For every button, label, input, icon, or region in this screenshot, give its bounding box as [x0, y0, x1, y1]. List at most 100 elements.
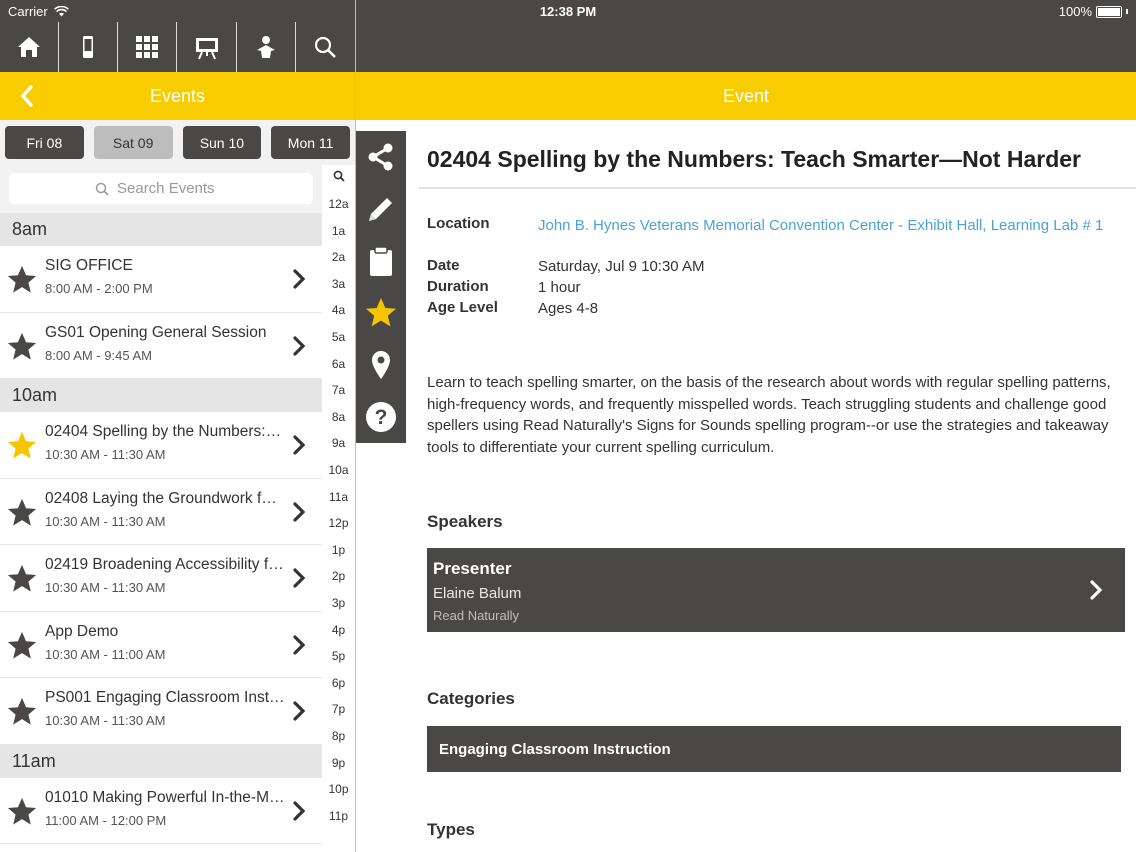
event-title: 02419 Broadening Accessibility for All [45, 556, 285, 573]
event-list[interactable]: 8am SIG OFFICE 8:00 AM - 2:00 PM GS01 Openi… [0, 213, 322, 852]
star-icon[interactable] [6, 696, 38, 728]
index-letter[interactable]: 10a [322, 463, 355, 477]
index-letter[interactable]: 10p [322, 782, 355, 796]
pencil-icon [369, 198, 392, 221]
speaker-org: Read Naturally [433, 608, 519, 623]
index-letter[interactable]: 9a [322, 436, 355, 450]
day-sun[interactable]: Sun 10 [182, 126, 262, 159]
index-letter[interactable]: 11a [322, 490, 355, 504]
status-bar: Carrier 12:38 PM 100% [0, 0, 1136, 22]
index-letter[interactable]: 12a [322, 197, 355, 211]
index-letter[interactable]: 8a [322, 410, 355, 424]
date-value: Saturday, Jul 9 10:30 AM [538, 258, 705, 275]
index-letter[interactable]: 4p [322, 623, 355, 637]
event-time: 10:30 AM - 11:30 AM [45, 713, 166, 728]
presentation-icon [195, 38, 218, 60]
event-row[interactable]: PS001 Engaging Classroom Instruction 10:3… [0, 678, 322, 745]
event-row[interactable]: GS01 Opening General Session 8:00 AM - 9:… [0, 312, 322, 379]
nav-grid[interactable] [118, 22, 178, 72]
day-fri[interactable]: Fri 08 [5, 126, 84, 159]
index-letter[interactable]: 11p [322, 809, 355, 823]
help-icon: ? [366, 402, 396, 432]
search-input[interactable] [117, 180, 227, 197]
index-letter[interactable]: 5a [322, 330, 355, 344]
star-icon[interactable] [6, 497, 38, 529]
event-row[interactable]: 01010 Making Powerful In-the-Moment Deci… [0, 777, 322, 844]
index-letter[interactable]: 2p [322, 569, 355, 583]
nav-home[interactable] [0, 22, 60, 72]
star-icon[interactable] [6, 264, 38, 296]
nav-presentation[interactable] [177, 22, 237, 72]
category-chip[interactable]: Engaging Classroom Instruction [427, 726, 1121, 772]
index-letter[interactable]: 5p [322, 649, 355, 663]
event-row[interactable]: 02408 Laying the Groundwork for Reading 1… [0, 478, 322, 545]
chevron-right-icon [293, 568, 306, 588]
star-icon[interactable] [6, 430, 38, 462]
event-title: App Demo [45, 622, 119, 640]
star-icon[interactable] [6, 563, 38, 595]
search-box[interactable] [9, 173, 313, 204]
events-header: Events [0, 72, 355, 120]
note-button[interactable] [356, 183, 406, 235]
nav-person[interactable] [237, 22, 296, 72]
event-header-title: Event [722, 85, 770, 106]
index-letter[interactable]: 1p [322, 543, 355, 557]
chevron-right-icon [293, 269, 306, 289]
nav-search[interactable] [296, 22, 355, 72]
main-nav [0, 22, 355, 72]
event-title: 01010 Making Powerful In-the-Moment Deci… [45, 788, 285, 806]
time-index[interactable]: 12a 1a 2a 3a 4a 5a 6a 7a 8a 9a 10a 11a 12p 1p 2p 3p 4p 5p… [322, 165, 355, 852]
index-letter[interactable]: 2a [322, 250, 355, 264]
location-pin-icon [372, 351, 390, 379]
speaker-card[interactable]: Presenter Elaine Balum Read Naturally [427, 548, 1125, 632]
duration-value: 1 hour [538, 279, 581, 296]
star-icon[interactable] [6, 796, 38, 828]
event-time: 10:30 AM - 11:30 AM [45, 580, 166, 595]
index-letter[interactable]: 3a [322, 277, 355, 291]
event-row[interactable]: SIG OFFICE 8:00 AM - 2:00 PM [0, 246, 322, 313]
share-button[interactable] [356, 131, 406, 183]
event-time: 11:00 AM - 12:00 PM [45, 812, 167, 828]
duration-label: Duration [427, 278, 489, 295]
index-letter[interactable]: 6a [322, 357, 355, 371]
index-letter[interactable]: 6p [322, 676, 355, 690]
index-letter[interactable]: 1a [322, 224, 355, 238]
day-sat[interactable]: Sat 09 [93, 126, 173, 159]
age-level-label: Age Level [427, 299, 498, 316]
back-chevron-icon[interactable] [16, 84, 40, 108]
event-row[interactable]: App Demo 10:30 AM - 11:00 AM [0, 611, 322, 678]
help-button[interactable]: ? [356, 391, 406, 443]
battery: 100% [1059, 4, 1128, 19]
star-icon[interactable] [6, 331, 38, 363]
chevron-right-icon [293, 435, 306, 455]
age-level-value: Ages 4-8 [538, 300, 599, 317]
location-label: Location [427, 215, 490, 232]
index-letter[interactable]: 12p [322, 516, 355, 530]
search-icon [95, 182, 109, 196]
index-letter[interactable]: 7p [322, 702, 355, 716]
event-title: SIG OFFICE [45, 257, 133, 274]
event-row[interactable]: 02404 Spelling by the Numbers: Teach Sma… [0, 412, 322, 479]
home-icon [18, 37, 41, 57]
svg-text:?: ? [375, 406, 388, 429]
index-letter[interactable]: 3p [322, 596, 355, 610]
event-detail: 02404 Spelling by the Numbers: Teach Sma… [406, 120, 1136, 852]
index-letter[interactable]: 8p [322, 729, 355, 743]
favorite-button[interactable] [356, 287, 406, 339]
categories-title: Categories [427, 689, 515, 708]
index-letter[interactable]: 9p [322, 756, 355, 770]
clipboard-button[interactable] [356, 235, 406, 287]
section-header: 8am [0, 213, 322, 246]
index-letter[interactable]: 4a [322, 303, 355, 317]
event-row[interactable]: 02419 Broadening Accessibility for All 10… [0, 545, 322, 612]
nav-phone[interactable] [59, 22, 119, 72]
speakers-title: Speakers [427, 512, 503, 531]
location-link[interactable]: John B. Hynes Veterans Memorial Conventi… [538, 215, 1123, 236]
chevron-right-icon [293, 335, 306, 356]
search-icon [315, 36, 337, 58]
index-letter[interactable]: 7a [322, 383, 355, 397]
star-icon[interactable] [6, 630, 38, 662]
day-mon[interactable]: Mon 11 [271, 126, 350, 159]
location-button[interactable] [356, 339, 406, 391]
index-search-icon[interactable] [333, 170, 345, 182]
